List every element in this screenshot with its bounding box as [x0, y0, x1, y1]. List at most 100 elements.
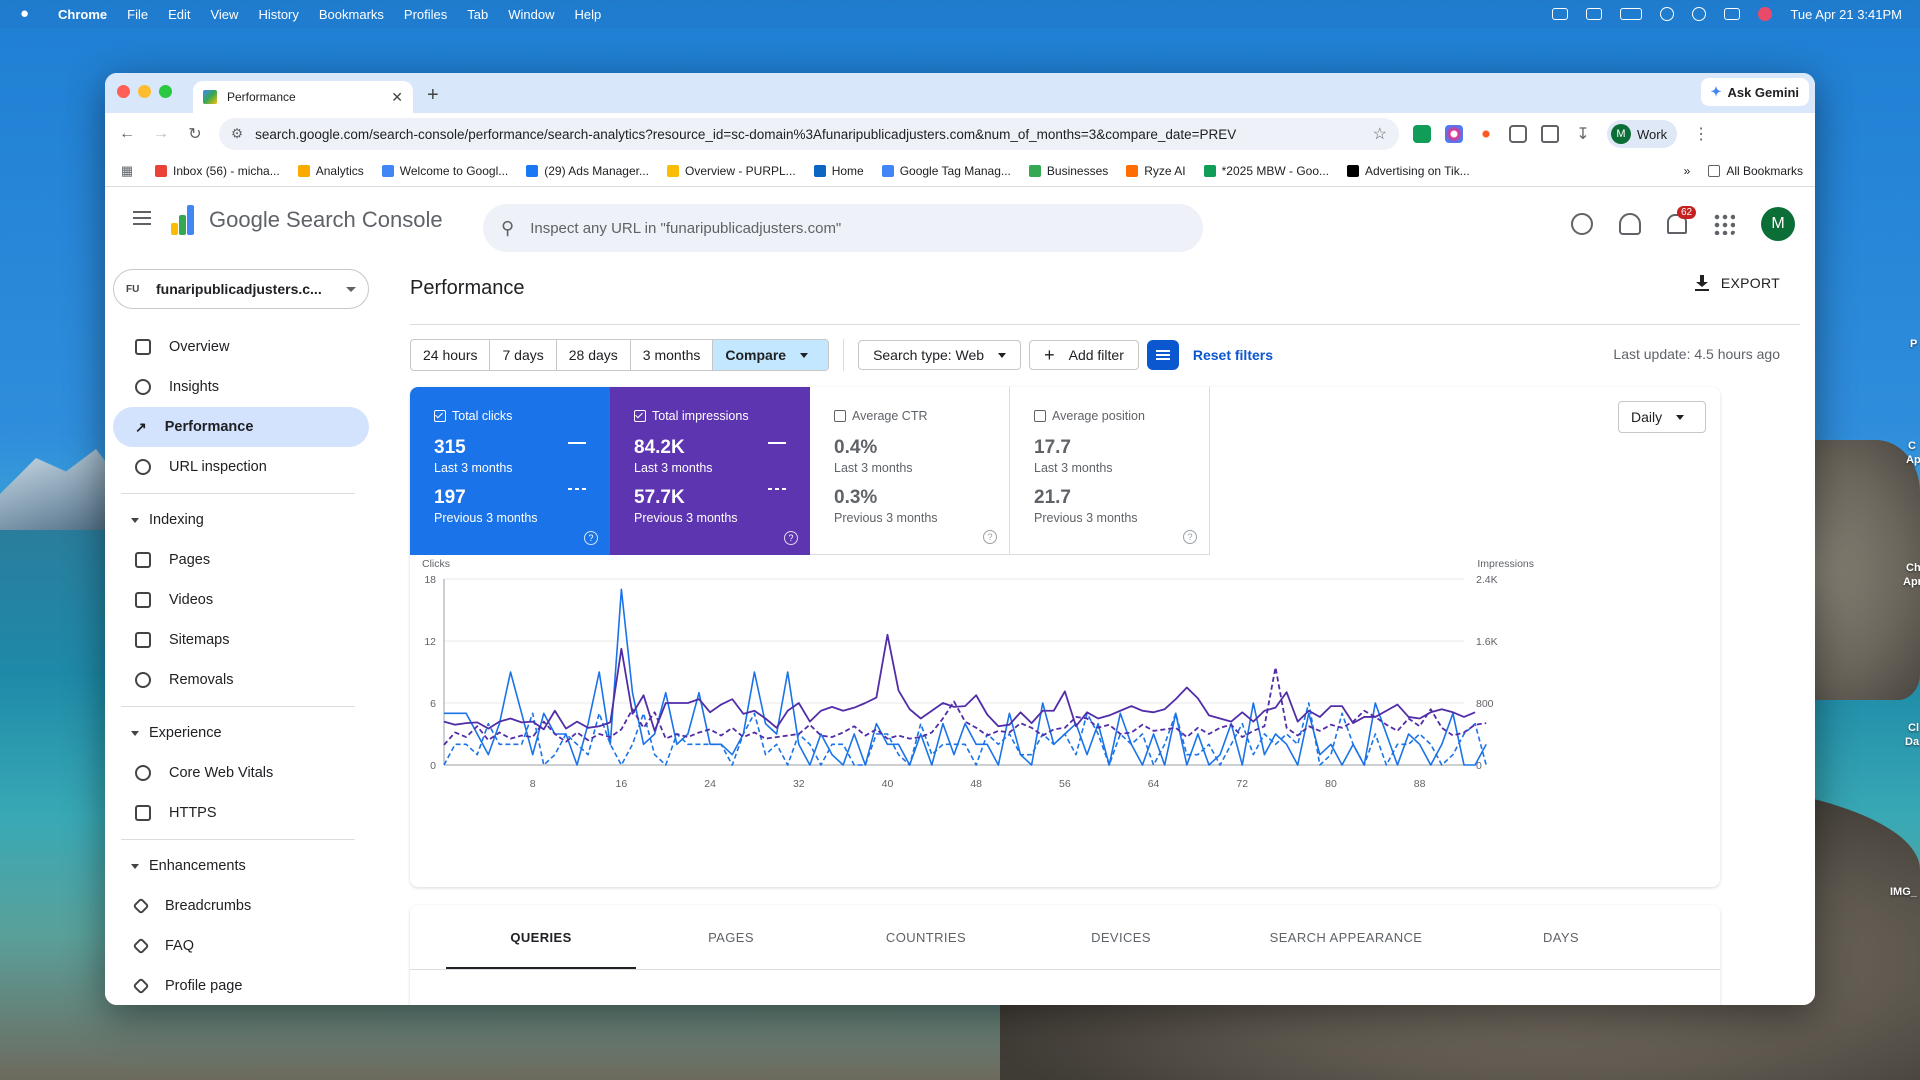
browser-tab-active[interactable]: Performance ✕: [193, 81, 413, 113]
minimize-window-button[interactable]: [138, 85, 151, 98]
zoom-window-button[interactable]: [159, 85, 172, 98]
url-text[interactable]: search.google.com/search-console/perform…: [255, 127, 1236, 142]
bookmark-item[interactable]: Analytics: [297, 164, 364, 178]
bookmark-item[interactable]: (29) Ads Manager...: [526, 164, 649, 178]
more-menu-icon[interactable]: ⋮: [1691, 124, 1711, 144]
tab-queries[interactable]: QUERIES: [446, 905, 636, 969]
filter-settings-button[interactable]: [1146, 340, 1179, 370]
user-settings-icon[interactable]: [1619, 213, 1641, 235]
bookmark-item[interactable]: Google Tag Manag...: [881, 164, 1011, 178]
date-range-24-hours[interactable]: 24 hours: [411, 340, 491, 370]
apps-grid-icon[interactable]: ▦: [117, 163, 137, 179]
sidebar-item-insights[interactable]: Insights: [113, 367, 369, 407]
extension-bw-icon[interactable]: [1413, 125, 1431, 143]
extensions-puzzle-icon[interactable]: [1509, 125, 1527, 143]
menu-view[interactable]: View: [210, 7, 238, 22]
desktop-icon-label[interactable]: Cl: [1908, 722, 1919, 734]
apple-icon[interactable]: ●: [20, 6, 34, 22]
help-icon[interactable]: [1571, 213, 1593, 235]
desktop-icon-label[interactable]: Da: [1905, 736, 1919, 748]
tab-search-appearance[interactable]: SEARCH APPEARANCE: [1216, 905, 1476, 969]
account-avatar[interactable]: M: [1761, 207, 1795, 241]
all-bookmarks-folder[interactable]: All Bookmarks: [1708, 164, 1803, 178]
sidebar-item-removals[interactable]: Removals: [113, 660, 369, 700]
property-selector[interactable]: FU funaripublicadjusters.c...: [113, 269, 369, 309]
metric-total-clicks[interactable]: Total clicks 315 Last 3 months 197 Previ…: [410, 387, 610, 555]
metric-average-position[interactable]: Average position 17.7 Last 3 months 21.7…: [1010, 387, 1210, 555]
menu-file[interactable]: File: [127, 7, 148, 22]
tab-devices[interactable]: DEVICES: [1026, 905, 1216, 969]
sidebar-item-pages[interactable]: Pages: [113, 540, 369, 580]
desktop-icon-label[interactable]: IMG_: [1890, 886, 1917, 898]
battery-icon[interactable]: [1620, 8, 1643, 20]
main-menu-icon[interactable]: [133, 211, 151, 229]
bookmark-item[interactable]: Home: [813, 164, 864, 178]
granularity-dropdown[interactable]: Daily: [1618, 401, 1706, 433]
date-range-3-months[interactable]: 3 months: [631, 340, 714, 370]
menu-tab[interactable]: Tab: [467, 7, 488, 22]
url-inspection-search[interactable]: ⚲ Inspect any URL in "funaripublicadjust…: [483, 204, 1203, 252]
checkbox-unchecked-icon[interactable]: [1034, 410, 1046, 422]
close-tab-icon[interactable]: ✕: [391, 89, 403, 106]
desktop-icon-label[interactable]: Ap: [1906, 454, 1920, 466]
checkbox-checked-icon[interactable]: [634, 410, 646, 422]
spotlight-search-icon[interactable]: [1692, 7, 1707, 21]
export-button[interactable]: EXPORT: [1694, 275, 1780, 291]
performance-line-chart[interactable]: Clicks Impressions06121808001.6K2.4K8 16 24…: [410, 557, 1720, 877]
search-placeholder[interactable]: Inspect any URL in "funaripublicadjuster…: [530, 220, 841, 237]
sidebar-item-overview[interactable]: Overview: [113, 327, 369, 367]
help-icon[interactable]: ?: [584, 531, 598, 545]
close-window-button[interactable]: [117, 85, 130, 98]
bookmark-item[interactable]: Businesses: [1028, 164, 1108, 178]
search-console-logo[interactable]: Google Search Console: [171, 205, 443, 235]
help-icon[interactable]: ?: [983, 530, 997, 544]
add-filter-button[interactable]: + Add filter: [1029, 340, 1139, 370]
compare-dropdown[interactable]: Compare: [713, 340, 829, 370]
help-icon[interactable]: ?: [784, 531, 798, 545]
menu-edit[interactable]: Edit: [168, 7, 190, 22]
bookmark-item[interactable]: Advertising on Tik...: [1347, 164, 1470, 178]
reset-filters-link[interactable]: Reset filters: [1193, 347, 1273, 363]
section-indexing[interactable]: Indexing: [105, 500, 405, 540]
address-bar[interactable]: ⚙ search.google.com/search-console/perfo…: [219, 118, 1399, 150]
tab-pages[interactable]: PAGES: [636, 905, 826, 969]
menu-window[interactable]: Window: [508, 7, 554, 22]
date-range-7-days[interactable]: 7 days: [490, 340, 557, 370]
extension-burst-icon[interactable]: [1477, 125, 1495, 143]
sidebar-item-https[interactable]: HTTPS: [113, 793, 369, 833]
sidebar-item-performance[interactable]: ↗ Performance: [113, 407, 369, 447]
new-tab-button[interactable]: +: [427, 84, 439, 107]
bookmark-item[interactable]: Inbox (56) - micha...: [155, 164, 280, 178]
menubar-clock[interactable]: Tue Apr 21 3:41PM: [1790, 7, 1902, 22]
menu-profiles[interactable]: Profiles: [404, 7, 447, 22]
help-icon[interactable]: ?: [1183, 530, 1197, 544]
more-bookmarks-chevron-icon[interactable]: »: [1684, 164, 1691, 178]
forward-arrow-icon[interactable]: →: [151, 125, 171, 143]
cast-icon[interactable]: [1552, 8, 1569, 20]
downloads-icon[interactable]: ↧: [1573, 124, 1593, 144]
sidebar-item-faq[interactable]: FAQ: [113, 926, 369, 966]
notifications-bell-icon[interactable]: 62: [1667, 206, 1697, 234]
menu-bookmarks[interactable]: Bookmarks: [319, 7, 384, 22]
profile-button[interactable]: M Work: [1607, 120, 1678, 148]
apps-grid-icon[interactable]: [1713, 213, 1735, 235]
sidebar-item-profile-page[interactable]: Profile page: [113, 966, 369, 1005]
bookmark-item[interactable]: Ryze AI: [1126, 164, 1186, 178]
bookmark-item[interactable]: Welcome to Googl...: [381, 164, 508, 178]
sidebar-item-url-inspection[interactable]: URL inspection: [113, 447, 369, 487]
date-range-28-days[interactable]: 28 days: [557, 340, 631, 370]
desktop-icon-label[interactable]: C: [1908, 440, 1916, 452]
tab-days[interactable]: DAYS: [1476, 905, 1646, 969]
sidebar-item-core-web-vitals[interactable]: Core Web Vitals: [113, 753, 369, 793]
user-status-icon[interactable]: [1758, 7, 1773, 21]
bookmark-star-icon[interactable]: ☆: [1373, 124, 1387, 144]
ask-gemini-button[interactable]: ✦ Ask Gemini: [1700, 78, 1809, 106]
menu-help[interactable]: Help: [575, 7, 602, 22]
menu-history[interactable]: History: [258, 7, 298, 22]
tab-search-icon[interactable]: [1541, 125, 1559, 143]
back-arrow-icon[interactable]: ←: [117, 125, 137, 143]
metric-total-impressions[interactable]: Total impressions 84.2K Last 3 months 57…: [610, 387, 810, 555]
site-info-icon[interactable]: ⚙: [231, 126, 243, 142]
checkbox-unchecked-icon[interactable]: [834, 410, 846, 422]
wifi-icon[interactable]: [1660, 7, 1675, 21]
